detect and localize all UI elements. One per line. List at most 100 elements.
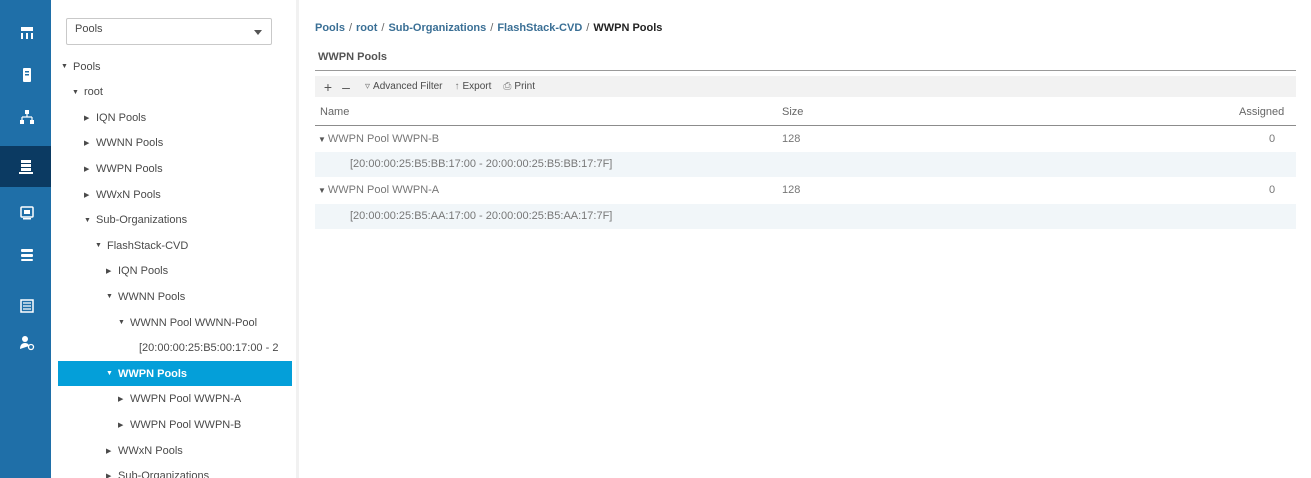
tree-item[interactable]: ▶ IQN Pools <box>51 105 292 130</box>
tree-item[interactable]: ▶ WWxN Pools <box>51 438 292 463</box>
print-button[interactable]: ⎙ Print <box>503 81 535 92</box>
caret-right-icon[interactable]: ▶ <box>84 114 93 122</box>
column-header-size[interactable]: Size <box>782 106 803 118</box>
caret-right-icon[interactable]: ▶ <box>118 421 127 429</box>
row-size: 128 <box>782 133 801 145</box>
row-name: ▼ WWPN Pool WWPN-A <box>318 184 439 196</box>
breadcrumb-link-root[interactable]: root <box>356 22 377 34</box>
add-button[interactable]: + <box>323 79 333 95</box>
admin-button[interactable] <box>7 322 46 363</box>
storage-button[interactable] <box>7 234 46 275</box>
caret-right-icon[interactable]: ▶ <box>106 447 115 455</box>
tree-filter-dropdown[interactable]: Pools <box>66 18 272 45</box>
breadcrumb-link-sub-organizations[interactable]: Sub-Organizations <box>388 22 486 34</box>
export-button[interactable]: ↑ Export <box>455 81 492 92</box>
servers-button[interactable] <box>7 54 46 95</box>
san-button[interactable] <box>0 146 51 187</box>
tree-item-label: WWPN Pools <box>96 162 163 175</box>
tree-item-label: Sub-Organizations <box>96 214 188 227</box>
tree-item-label: Pools <box>73 60 101 73</box>
tree-item-label: WWNN Pool WWNN-Pool <box>130 316 258 329</box>
row-block: [20:00:00:25:B5:BB:17:00 - 20:00:00:25:B… <box>350 158 613 170</box>
breadcrumb: Pools / root / Sub-Organizations / FlashStack-… <box>315 22 662 34</box>
tree-item[interactable]: ▼ root <box>51 80 292 105</box>
caret-right-icon[interactable]: ▶ <box>118 395 127 403</box>
tree-item[interactable]: ▼ FlashStack-CVD <box>51 233 292 258</box>
tree-item-label: Sub-Organizations <box>118 470 210 478</box>
breadcrumb-separator: / <box>586 22 590 34</box>
export-label: Export <box>462 81 492 92</box>
nav-icon-rail <box>0 0 51 478</box>
caret-down-icon[interactable]: ▼ <box>61 63 70 70</box>
tree-item[interactable]: ▶ WWPN Pool WWPN-B <box>51 412 292 437</box>
tree-item[interactable]: ▼ Sub-Organizations <box>51 208 292 233</box>
caret-down-icon[interactable]: ▼ <box>72 89 81 96</box>
storage-icon <box>20 248 33 261</box>
tree-item-label: WWPN Pools <box>118 367 188 380</box>
tree-item-label: WWNN Pools <box>118 290 186 303</box>
remove-button[interactable]: – <box>341 79 351 95</box>
tree-item[interactable]: ▶ WWPN Pool WWPN-A <box>51 387 292 412</box>
tree-item[interactable]: ▼ WWNN Pools <box>51 284 292 309</box>
tree-item[interactable]: ▶ Sub-Organizations <box>51 464 292 478</box>
caret-down-icon[interactable]: ▼ <box>95 242 104 249</box>
table-row[interactable]: ▼ WWPN Pool WWPN-B 128 0 <box>315 127 1296 152</box>
tree-item[interactable]: ▼ WWNN Pool WWNN-Pool <box>51 310 292 335</box>
admin-icon <box>19 335 34 350</box>
filter-icon: ▿ <box>365 81 371 92</box>
vm-button[interactable] <box>7 192 46 233</box>
table-row[interactable]: [20:00:00:25:B5:BB:17:00 - 20:00:00:25:B… <box>315 152 1296 177</box>
table-row[interactable]: [20:00:00:25:B5:AA:17:00 - 20:00:00:25:B… <box>315 204 1296 229</box>
caret-right-icon[interactable]: ▶ <box>106 472 115 478</box>
panel-divider[interactable] <box>296 0 299 478</box>
column-header-name[interactable]: Name <box>320 106 349 118</box>
chassis-list-button[interactable] <box>7 285 46 326</box>
equipment-icon <box>20 26 33 39</box>
breadcrumb-separator: / <box>490 22 494 34</box>
row-assigned: 0 <box>1269 184 1276 196</box>
caret-right-icon[interactable]: ▶ <box>84 191 93 199</box>
tree-item[interactable]: ▼ Pools <box>51 54 292 79</box>
expand-toggle-icon[interactable]: ▼ <box>318 186 326 195</box>
tree-item-label: IQN Pools <box>118 265 169 278</box>
tree-item-label: root <box>84 86 103 99</box>
breadcrumb-separator: / <box>348 22 353 34</box>
column-header-assigned[interactable]: Assigned <box>1239 106 1284 118</box>
tree-item-label: WWNN Pools <box>96 137 164 150</box>
export-icon: ↑ <box>454 81 460 92</box>
tree-item[interactable]: [20:00:00:25:B5:00:17:00 - 2 <box>51 336 292 361</box>
tree-item[interactable]: ▶ WWxN Pools <box>51 182 292 207</box>
advanced-filter-button[interactable]: ▿ Advanced Filter <box>365 81 443 92</box>
tree-item-label: FlashStack-CVD <box>107 239 189 252</box>
tree-item[interactable]: ▶ WWNN Pools <box>51 131 292 156</box>
caret-right-icon[interactable]: ▶ <box>84 165 93 173</box>
tree-item[interactable]: ▶ WWPN Pools <box>51 156 292 181</box>
caret-down-icon[interactable]: ▼ <box>106 370 115 377</box>
navigation-tree-panel: Pools ▼ Pools ▼ root ▶ IQN Pools ▶ WWNN Pools ▶ W… <box>51 0 296 478</box>
lan-button[interactable] <box>7 96 46 137</box>
equipment-button[interactable] <box>7 12 46 53</box>
caret-right-icon[interactable]: ▶ <box>106 267 115 275</box>
tree-item-label: WWxN Pools <box>96 188 161 201</box>
chevron-down-icon <box>254 30 262 35</box>
caret-down-icon[interactable]: ▼ <box>118 319 127 326</box>
row-name-text: WWPN Pool WWPN-A <box>327 184 440 196</box>
caret-right-icon[interactable]: ▶ <box>84 139 93 147</box>
tree-item-label: WWPN Pool WWPN-B <box>130 418 242 431</box>
table-row[interactable]: ▼ WWPN Pool WWPN-A 128 0 <box>315 178 1296 203</box>
caret-down-icon[interactable]: ▼ <box>84 217 93 224</box>
tree-item-label: [20:00:00:25:B5:00:17:00 - 2 <box>139 342 279 355</box>
servers-icon <box>22 67 31 82</box>
tree-item-label: WWxN Pools <box>118 444 183 457</box>
tree-item[interactable]: ▼ WWPN Pools <box>58 361 292 387</box>
row-name-text: WWPN Pool WWPN-B <box>327 133 440 145</box>
breadcrumb-link-pools[interactable]: Pools <box>315 22 345 34</box>
print-icon: ⎙ <box>503 81 512 92</box>
tree-item-label: WWPN Pool WWPN-A <box>130 393 242 406</box>
tree-item[interactable]: ▶ IQN Pools <box>51 259 292 284</box>
expand-toggle-icon[interactable]: ▼ <box>318 135 326 144</box>
san-icon <box>18 159 33 174</box>
row-block: [20:00:00:25:B5:AA:17:00 - 20:00:00:25:B… <box>350 210 613 222</box>
caret-down-icon[interactable]: ▼ <box>106 293 115 300</box>
breadcrumb-link-flashstack-cvd[interactable]: FlashStack-CVD <box>497 22 582 34</box>
